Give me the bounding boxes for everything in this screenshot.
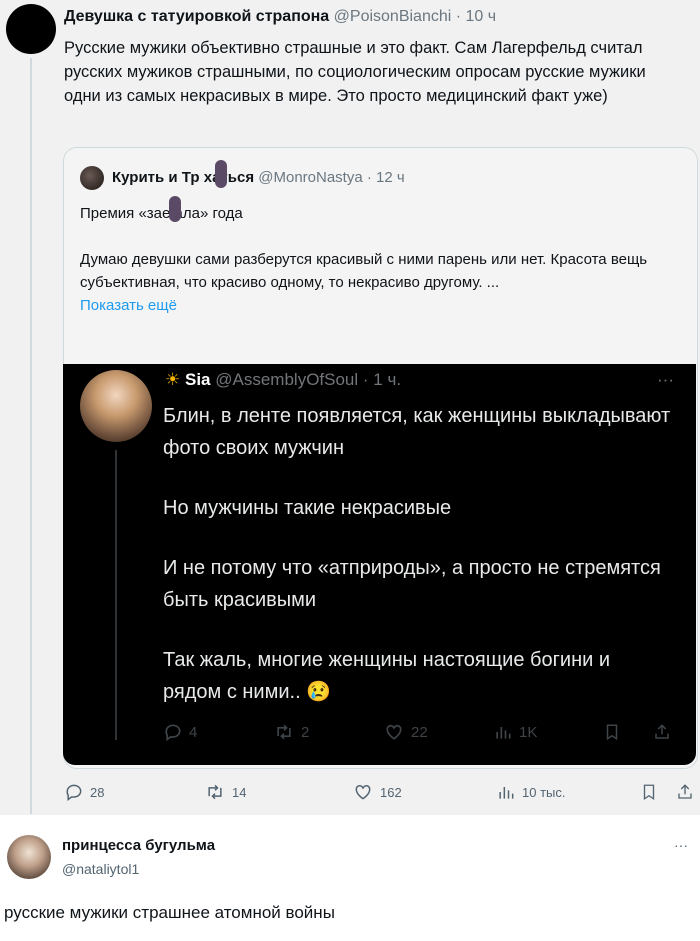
quoted-author-name[interactable]: Курить и Тр хаться bbox=[112, 169, 254, 186]
inner-avatar bbox=[80, 370, 152, 442]
inner-views: 1K bbox=[493, 722, 537, 742]
author-handle[interactable]: @PoisonBianchi bbox=[334, 8, 452, 25]
share-icon bbox=[653, 722, 671, 742]
author-name[interactable]: Девушка с татуировкой страпона bbox=[64, 8, 329, 25]
quoted-handle[interactable]: @MonroNastya bbox=[258, 169, 362, 186]
reply-count: 28 bbox=[90, 784, 105, 800]
share-button[interactable] bbox=[676, 782, 694, 802]
tweet-time[interactable]: · 10 ч bbox=[456, 8, 496, 25]
bookmark-icon bbox=[643, 784, 655, 801]
reply-button[interactable]: 28 bbox=[64, 782, 104, 802]
inner-text: Блин, в ленте появляется, как женщины вы… bbox=[163, 400, 673, 736]
inner-paragraph: Блин, в ленте появляется, как женщины вы… bbox=[163, 405, 671, 459]
more-icon: ··· bbox=[657, 370, 674, 389]
reply-icon bbox=[66, 784, 82, 801]
main-tweet: Девушка с татуировкой страпона @PoisonBi… bbox=[0, 0, 700, 815]
like-button[interactable]: 162 bbox=[352, 782, 402, 802]
inner-time: · 1 ч. bbox=[362, 370, 402, 389]
inner-header: ☀ Sia @AssemblyOfSoul · 1 ч. bbox=[165, 370, 401, 390]
sun-icon: ☀ bbox=[165, 370, 181, 389]
views-icon bbox=[499, 787, 514, 799]
inner-handle: @AssemblyOfSoul bbox=[215, 370, 359, 389]
inner-author-name: Sia bbox=[184, 370, 211, 389]
bookmark-icon bbox=[603, 722, 621, 742]
inner-thread-line bbox=[115, 450, 117, 740]
avatar[interactable] bbox=[7, 835, 51, 879]
like-icon bbox=[386, 724, 402, 740]
reply-count: 4 bbox=[189, 723, 198, 741]
censor-blob bbox=[169, 196, 181, 222]
inner-paragraph: Так жаль, многие женщины настоящие богин… bbox=[163, 649, 611, 703]
censor-blob bbox=[215, 160, 227, 188]
quoted-line-2: Думаю девушки сами разберутся красивый с… bbox=[80, 251, 648, 291]
retweet-button[interactable]: 14 bbox=[204, 782, 246, 802]
inner-like: 22 bbox=[383, 722, 428, 742]
show-more-link[interactable]: Показать ещё bbox=[80, 294, 680, 317]
like-icon bbox=[355, 784, 371, 800]
reply-text: русские мужики страшнее атомной войны bbox=[4, 903, 335, 922]
views-count: 10 тыс. bbox=[522, 784, 566, 800]
inner-tweet-screenshot: ☀ Sia @AssemblyOfSoul · 1 ч. ··· Блин, в… bbox=[63, 364, 696, 765]
thread-line bbox=[30, 58, 32, 814]
views-count: 1K bbox=[519, 723, 538, 741]
reply-tweet: принцесса бугульма @nataliytol1 ··· русс… bbox=[0, 815, 700, 941]
main-tweet-header: Девушка с татуировкой страпона @PoisonBi… bbox=[64, 8, 496, 26]
reply-handle[interactable]: @nataliytol1 bbox=[62, 861, 139, 877]
views-icon bbox=[496, 727, 511, 739]
inner-paragraph: Но мужчины такие некрасивые bbox=[163, 497, 452, 519]
retweet-count: 14 bbox=[232, 784, 247, 800]
quoted-avatar[interactable] bbox=[80, 166, 104, 190]
like-count: 22 bbox=[411, 723, 428, 741]
like-count: 162 bbox=[380, 784, 402, 800]
views-button[interactable]: 10 тыс. bbox=[496, 782, 565, 802]
inner-reply: 4 bbox=[163, 722, 197, 742]
tweet-actions: 28 14 162 10 тыс. bbox=[64, 782, 694, 806]
quoted-time: · 12 ч bbox=[366, 169, 405, 186]
inner-paragraph: И не потому что «атприроды», а просто не… bbox=[163, 557, 661, 611]
retweet-icon bbox=[277, 724, 291, 740]
retweet-icon bbox=[208, 784, 222, 800]
avatar[interactable] bbox=[6, 4, 56, 54]
reply-icon bbox=[165, 724, 181, 742]
bookmark-button[interactable] bbox=[640, 782, 658, 802]
share-icon bbox=[678, 784, 692, 799]
inner-actions: 4 2 22 1K bbox=[163, 722, 683, 748]
tweet-text: Русские мужики объективно страшные и это… bbox=[64, 39, 646, 105]
reply-author-name[interactable]: принцесса бугульма bbox=[62, 837, 215, 854]
inner-retweet: 2 bbox=[273, 722, 309, 742]
retweet-count: 2 bbox=[301, 723, 310, 741]
more-icon[interactable]: ··· bbox=[674, 837, 688, 853]
quoted-header: Курить и Тр хаться @MonroNastya · 12 ч bbox=[112, 169, 405, 186]
